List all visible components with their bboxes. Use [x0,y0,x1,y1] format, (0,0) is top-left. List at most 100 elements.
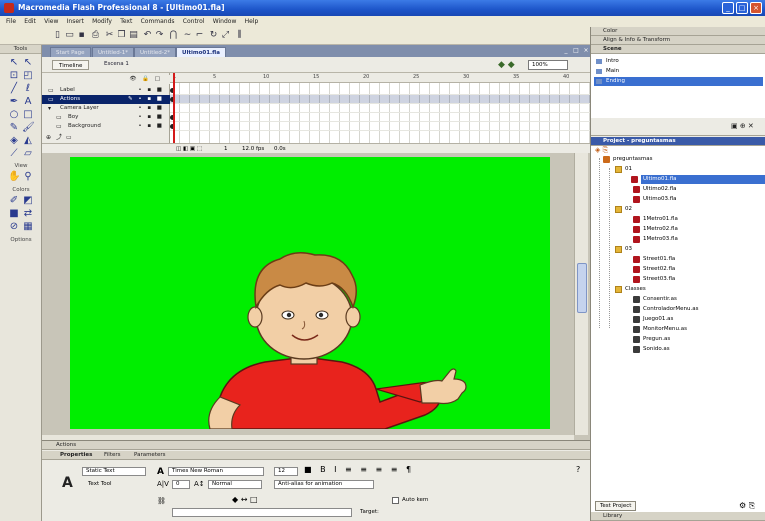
subselection-tool-icon[interactable]: ↖ [22,57,34,69]
text-tool-icon[interactable]: A [22,96,34,108]
tree-file[interactable]: Consentir.as [633,295,677,304]
redo-icon[interactable]: ↷ [154,30,165,41]
text-type-select[interactable]: Static Text [82,467,146,476]
oval-tool-icon[interactable]: ○ [8,109,20,121]
layer-row[interactable]: ▭ Background • ▪ ■ [42,122,170,131]
stage[interactable] [70,157,550,429]
rotate-icon[interactable]: ↻ [208,30,219,41]
layer-row[interactable]: ▭ Boy • ▪ ■ [42,113,170,122]
fill-color-icon[interactable]: ◩ [22,195,34,207]
tree-file[interactable]: Street03.fla [633,275,675,284]
edit-scene-icon[interactable]: ◆ ◆ [498,60,515,70]
menu-window[interactable]: Window [213,16,237,27]
eraser-tool-icon[interactable]: ▱ [22,148,34,160]
actions-panel-header[interactable]: Actions [42,441,590,450]
doc-restore-icon[interactable]: □ [572,47,580,55]
smooth-icon[interactable]: ∼ [182,30,193,41]
insert-layer-icon[interactable]: ⊕ [46,134,54,141]
undo-icon[interactable]: ↶ [142,30,153,41]
align-icon[interactable]: ⫼ [234,30,245,41]
menu-file[interactable]: File [6,16,16,27]
frame-row[interactable] [170,104,590,113]
tree-file[interactable]: Street01.fla [633,255,675,264]
tab-untitled-1[interactable]: Untitled-1* [92,47,134,57]
char-position-select[interactable]: Normal [208,480,262,489]
stage-vertical-scrollbar[interactable] [574,153,588,435]
save-icon[interactable]: ▪ [76,30,87,41]
menu-view[interactable]: View [44,16,58,27]
layer-row[interactable]: ▭ Actions ✎ • ▪ ■ [42,95,170,104]
menu-modify[interactable]: Modify [92,16,112,27]
project-root[interactable]: preguntasmas [603,155,652,164]
scroll-thumb[interactable] [577,263,587,313]
list-item[interactable]: Main [594,67,763,76]
menu-edit[interactable]: Edit [24,16,36,27]
layer-flags[interactable]: • ▪ ■ [138,104,164,113]
menu-commands[interactable]: Commands [141,16,175,27]
tree-file[interactable]: Ultimo03.fla [633,195,677,204]
text-format-icons[interactable]: ■ B I ≡ ≡ ≡ ≡ ¶ [304,465,414,474]
boy-character-illustration[interactable] [70,157,550,429]
project-panel-header[interactable]: Project - preguntasmas [591,137,765,146]
scale-icon[interactable]: ⤢ [220,30,231,41]
text-options-icons[interactable]: ◆ ↔ □ [232,495,258,504]
project-options-icons[interactable]: ⚙ ⎘ [739,501,755,511]
panel-help-icon[interactable]: ? [576,465,580,474]
tree-folder[interactable]: 03 [615,245,632,254]
add-guide-icon[interactable]: ⤴ [56,134,64,141]
tree-file[interactable]: Sonido.as [633,345,670,354]
list-item[interactable]: Ending [594,77,763,86]
doc-close-icon[interactable]: × [582,47,590,55]
tree-file[interactable]: Pregun.as [633,335,670,344]
list-item[interactable]: Intro [594,57,763,66]
align-panel-header[interactable]: Align & Info & Transform [591,36,765,45]
line-tool-icon[interactable]: ╱ [8,83,20,95]
tab-untitled-2[interactable]: Untitled-2* [134,47,176,57]
hand-tool-icon[interactable]: ✋ [8,171,20,183]
paste-icon[interactable]: ▤ [128,30,139,41]
brush-tool-icon[interactable]: 🖌 [22,122,35,134]
snap-magnet-icon[interactable]: ⋂ [168,30,179,41]
timeline-frames[interactable]: 1 5 10 15 20 25 30 35 40 [170,73,590,153]
print-icon[interactable]: ⎙ [90,30,101,41]
open-folder-icon[interactable]: ▭ [64,30,75,41]
tree-file[interactable]: 1Metro01.fla [633,215,678,224]
menu-control[interactable]: Control [183,16,205,27]
stroke-color-icon[interactable]: ✐ [8,195,20,207]
layer-row[interactable]: ▾ Camera Layer • ▪ ■ [42,104,170,113]
tree-folder[interactable]: Classes [615,285,646,294]
scene-panel-header[interactable]: Scene [591,45,765,54]
tree-file[interactable]: Juego01.as [633,315,673,324]
zoom-select[interactable]: 100% [528,60,568,70]
layer-flags[interactable]: • ▪ ■ [138,113,164,122]
frame-row[interactable] [170,95,590,104]
tree-folder[interactable]: 02 [615,205,632,214]
tree-folder[interactable]: 01 [615,165,632,174]
lasso-tool-icon[interactable]: ℓ [22,83,34,95]
playhead[interactable] [173,73,175,153]
no-color-icon[interactable]: ⊘ [8,221,20,233]
tree-file[interactable]: MonitorMenu.as [633,325,687,334]
eyedropper-tool-icon[interactable]: ⟋ [8,148,20,160]
tab-properties[interactable]: Properties [60,451,92,460]
straighten-icon[interactable]: ⌐ [194,30,205,41]
pen-tool-icon[interactable]: ✒ [8,96,20,108]
frame-row[interactable] [170,86,590,95]
doc-minimize-icon[interactable]: _ [562,47,570,55]
frame-row[interactable] [170,113,590,122]
tab-filters[interactable]: Filters [104,451,121,460]
fill-transform-tool-icon[interactable]: ◰ [22,70,34,82]
ink-bottle-tool-icon[interactable]: ◈ [8,135,20,147]
cut-icon[interactable]: ✂ [104,30,115,41]
font-size-field[interactable]: 12 [274,467,298,476]
tab-ultimo01[interactable]: Ultimo01.fla [176,47,226,57]
minimize-button[interactable]: _ [722,2,734,14]
insert-folder-icon[interactable]: ▭ [66,134,74,141]
tree-file[interactable]: ControladorMenu.as [633,305,698,314]
anti-alias-select[interactable]: Anti-alias for animation [274,480,374,489]
menu-text[interactable]: Text [120,16,132,27]
layer-flags[interactable]: ✎ • ▪ ■ [128,95,164,104]
frame-row[interactable] [170,122,590,131]
rectangle-tool-icon[interactable]: □ [22,109,34,121]
copy-icon[interactable]: ❐ [116,30,127,41]
